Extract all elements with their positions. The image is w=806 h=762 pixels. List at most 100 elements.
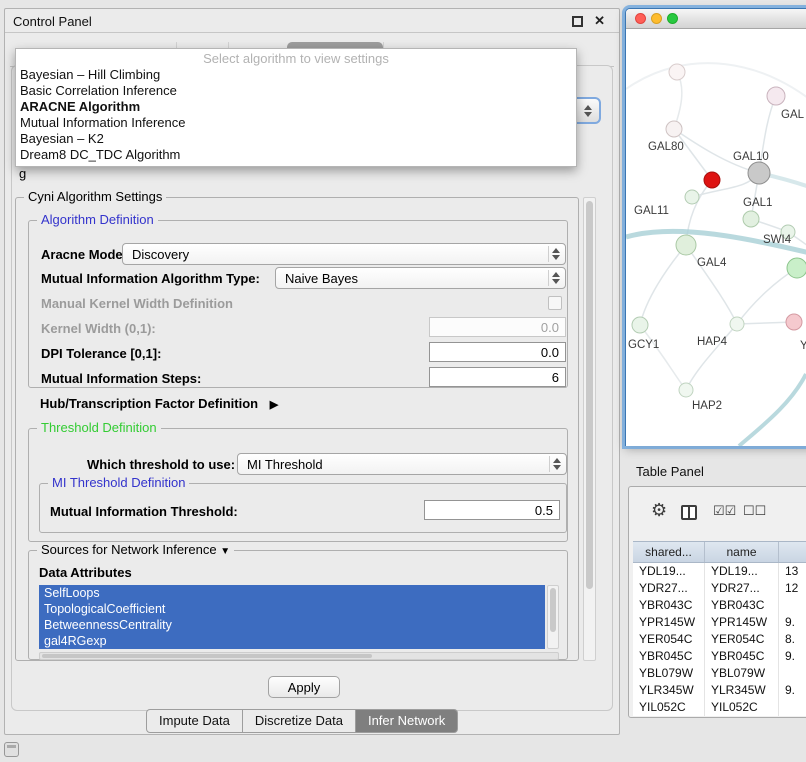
close-traffic-light-icon[interactable]: [635, 13, 646, 24]
cyni-algorithm-settings-group: Cyni Algorithm Settings Algorithm Defini…: [15, 197, 579, 661]
algorithm-definition-group: Algorithm Definition Aracne Mode: Discov…: [28, 220, 568, 388]
control-panel-window: Control Panel ✕ Network Style Select: [4, 8, 620, 735]
list-item[interactable]: gal4RGexp: [39, 633, 545, 649]
minimize-traffic-light-icon[interactable]: [651, 13, 662, 24]
columns-icon[interactable]: [681, 505, 697, 520]
node-label: HAP4: [697, 336, 727, 348]
sources-group: Sources for Network Inference ▼ Data Att…: [28, 550, 568, 660]
table-row[interactable]: YDL19...YDL19...13: [633, 563, 806, 580]
column-header-name[interactable]: name: [705, 542, 779, 562]
aracne-mode-combobox[interactable]: Discovery: [122, 243, 566, 265]
gear-icon[interactable]: ⚙: [651, 500, 667, 521]
expand-down-icon: ▼: [220, 546, 230, 557]
node-red: [704, 172, 720, 188]
node-gal11: [685, 190, 699, 204]
apply-button[interactable]: Apply: [268, 676, 340, 698]
table-panel-label: Table Panel: [636, 464, 704, 479]
zoom-traffic-light-icon[interactable]: [667, 13, 678, 24]
table-row[interactable]: YIL052CYIL052C: [633, 699, 806, 716]
which-threshold-combobox[interactable]: MI Threshold: [237, 453, 567, 475]
kernel-width-label: Kernel Width (0,1):: [41, 321, 156, 336]
float-window-icon[interactable]: [572, 16, 583, 27]
data-attributes-list: SelfLoops TopologicalCoefficient Between…: [39, 585, 545, 649]
table-row[interactable]: YBL079WYBL079W: [633, 665, 806, 682]
menu-item-basic-correlation[interactable]: Basic Correlation Inference: [16, 83, 576, 99]
table-row[interactable]: YDR27...YDR27...12: [633, 580, 806, 597]
algorithm-definition-legend: Algorithm Definition: [37, 212, 158, 227]
list-item[interactable]: BetweennessCentrality: [39, 617, 545, 633]
node-gal80: [666, 121, 682, 137]
tab-infer-network[interactable]: Infer Network: [356, 709, 458, 733]
node-label: SWI4: [763, 234, 791, 246]
manual-kernel-checkbox[interactable]: [548, 296, 562, 310]
list-item[interactable]: SelfLoops: [39, 585, 545, 601]
node-label: HAP2: [692, 400, 722, 412]
node-gcy1: [632, 317, 648, 333]
node-gal1: [743, 211, 759, 227]
menu-placeholder: Select algorithm to view settings: [16, 51, 576, 67]
dpi-tolerance-field[interactable]: 0.0: [429, 342, 566, 362]
node-table: shared... name YDL19...YDL19...13 YDR27.…: [633, 541, 806, 716]
attr-list-hscrollbar[interactable]: [39, 652, 559, 660]
mi-threshold-definition-legend: MI Threshold Definition: [48, 475, 189, 490]
hub-section-toggle[interactable]: Hub/Transcription Factor Definition ▶: [40, 396, 278, 411]
node-hap2: [679, 383, 693, 397]
list-item[interactable]: TopologicalCoefficient: [39, 601, 545, 617]
network-canvas[interactable]: GAL GAL80 GAL10 GAL11 GAL1 SWI4 GAL4 GCY…: [626, 29, 806, 446]
settings-scrollbar[interactable]: [583, 197, 596, 661]
combo-stepper-icon: [549, 456, 564, 472]
network-view-window[interactable]: GAL GAL80 GAL10 GAL11 GAL1 SWI4 GAL4 GCY…: [625, 8, 806, 446]
node-label: GAL80: [648, 141, 684, 153]
threshold-definition-group: Threshold Definition Which threshold to …: [28, 428, 568, 542]
table-row[interactable]: YBR045CYBR045C9.: [633, 648, 806, 665]
screen: Control Panel ✕ Network Style Select: [0, 0, 806, 762]
manual-kernel-label: Manual Kernel Width Definition: [41, 296, 233, 311]
mi-threshold-label: Mutual Information Threshold:: [50, 504, 238, 519]
combo-stepper-icon: [548, 270, 563, 286]
tab-discretize-data[interactable]: Discretize Data: [243, 709, 356, 733]
node-gal4: [676, 235, 696, 255]
sources-legend[interactable]: Sources for Network Inference ▼: [37, 542, 234, 557]
collapsed-panel-icon[interactable]: [4, 742, 19, 757]
node-label: GCY1: [628, 339, 659, 351]
column-header-shared[interactable]: shared...: [633, 542, 705, 562]
node-pink: [786, 314, 802, 330]
table-row[interactable]: YPR145WYPR145W9.: [633, 614, 806, 631]
tab-impute-data[interactable]: Impute Data: [146, 709, 243, 733]
algorithm-dropdown-menu: Select algorithm to view settings Bayesi…: [15, 48, 577, 167]
deselect-all-checkboxes-icon[interactable]: ☐☐: [743, 503, 766, 519]
table-panel-window: ⚙ ☑☑ ☐☐ shared... name YDL19...YDL19...1…: [628, 486, 806, 718]
close-window-icon[interactable]: ✕: [594, 14, 605, 28]
mi-steps-field[interactable]: 6: [429, 367, 566, 387]
table-row[interactable]: YBR043CYBR043C: [633, 597, 806, 614]
node-label: GAL11: [634, 205, 669, 217]
combo-stepper-icon: [548, 246, 563, 262]
column-header-partial[interactable]: [779, 542, 806, 562]
node-label: GAL4: [697, 257, 726, 269]
algorithm-combobox-partial[interactable]: [577, 97, 601, 124]
node-hap4: [730, 317, 744, 331]
node-label: Y: [800, 340, 806, 352]
network-window-titlebar[interactable]: [626, 9, 806, 29]
menu-item-bayesian-k2[interactable]: Bayesian – K2: [16, 131, 576, 147]
which-threshold-label: Which threshold to use:: [87, 457, 235, 472]
threshold-definition-legend: Threshold Definition: [37, 420, 161, 435]
settings-legend: Cyni Algorithm Settings: [24, 189, 166, 204]
node-gal: [767, 87, 785, 105]
mi-type-combobox[interactable]: Naive Bayes: [275, 267, 566, 289]
node: [669, 64, 685, 80]
table-row[interactable]: YER054CYER054C8.: [633, 631, 806, 648]
select-all-checkboxes-icon[interactable]: ☑☑: [713, 503, 736, 519]
attr-list-scrollbar[interactable]: [547, 585, 559, 649]
menu-item-dream8[interactable]: Dream8 DC_TDC Algorithm: [16, 147, 576, 163]
mi-threshold-field[interactable]: 0.5: [424, 500, 560, 520]
node-green: [787, 258, 806, 278]
mi-type-label: Mutual Information Algorithm Type:: [41, 271, 260, 286]
menu-item-aracne[interactable]: ARACNE Algorithm: [16, 99, 576, 115]
table-row[interactable]: YLR345WYLR345W9.: [633, 682, 806, 699]
menu-item-mutual-information[interactable]: Mutual Information Inference: [16, 115, 576, 131]
menu-item-bayesian-hill-climbing[interactable]: Bayesian – Hill Climbing: [16, 67, 576, 83]
kernel-width-field[interactable]: 0.0: [429, 317, 566, 337]
data-attributes-label: Data Attributes: [39, 565, 132, 580]
control-panel-titlebar[interactable]: Control Panel ✕: [5, 9, 619, 33]
